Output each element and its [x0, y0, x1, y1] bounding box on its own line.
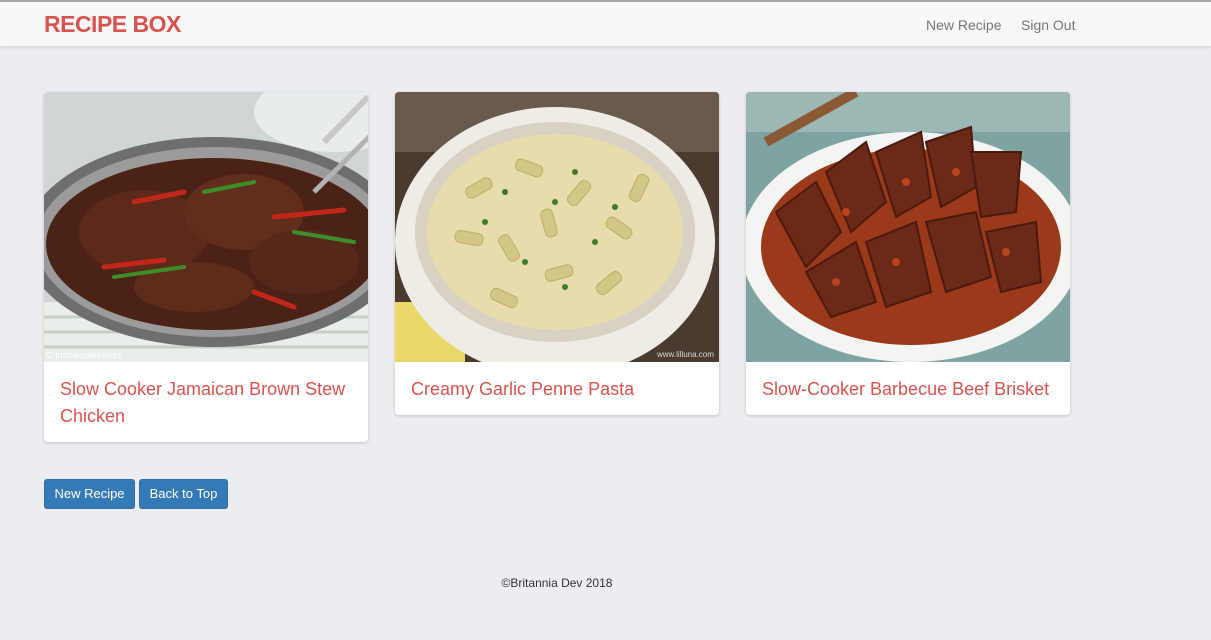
- back-to-top-button[interactable]: Back to Top: [139, 479, 228, 509]
- recipe-card[interactable]: © ImmaculateBites Slow Cooker Jamaican B…: [44, 92, 368, 442]
- recipe-card[interactable]: Slow-Cooker Barbecue Beef Brisket: [746, 92, 1070, 415]
- nav-sign-out-link[interactable]: Sign Out: [1021, 17, 1075, 33]
- navbar: RECIPE BOX New Recipe Sign Out: [0, 2, 1211, 47]
- new-recipe-button[interactable]: New Recipe: [44, 479, 135, 509]
- brand-logo[interactable]: RECIPE BOX: [44, 11, 181, 38]
- footer-copyright: ©Britannia Dev 2018: [501, 576, 613, 590]
- recipe-title[interactable]: Slow-Cooker Barbecue Beef Brisket: [746, 362, 1070, 403]
- recipe-image: © ImmaculateBites: [44, 92, 368, 362]
- image-watermark: © ImmaculateBites: [46, 350, 122, 360]
- recipe-image: www.lilluna.com: [395, 92, 719, 362]
- recipe-title[interactable]: Creamy Garlic Penne Pasta: [395, 362, 719, 403]
- image-watermark: www.lilluna.com: [656, 350, 714, 359]
- recipe-card[interactable]: www.lilluna.com Creamy Garlic Penne Past…: [395, 92, 719, 415]
- nav-new-recipe-link[interactable]: New Recipe: [926, 17, 1001, 33]
- recipe-title[interactable]: Slow Cooker Jamaican Brown Stew Chicken: [44, 362, 368, 430]
- recipe-image: [746, 92, 1070, 362]
